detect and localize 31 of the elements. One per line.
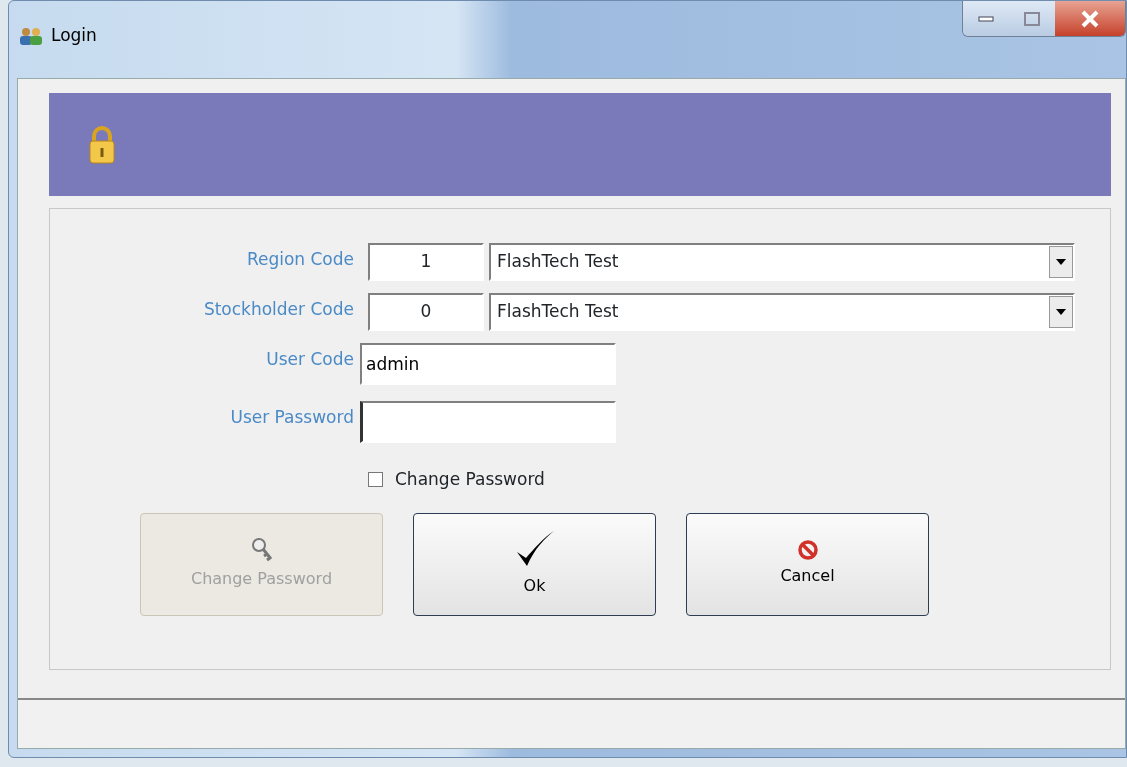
field-label: Stockholder Code <box>202 298 355 321</box>
close-button[interactable] <box>1055 1 1125 36</box>
dropdown-field[interactable]: FlashTech Test <box>489 243 1075 281</box>
caret-icon <box>1056 309 1066 315</box>
cancel-button[interactable]: Cancel <box>686 512 929 616</box>
dropdown-button[interactable] <box>1049 246 1073 278</box>
dropdown-value: FlashTech Test <box>497 300 620 324</box>
code-field[interactable]: 0 <box>368 293 484 331</box>
minimize-icon <box>978 15 994 22</box>
caret-icon <box>1056 259 1066 265</box>
stop-icon <box>797 540 818 560</box>
checkbox-label: Change Password <box>395 468 545 491</box>
close-icon <box>1080 9 1100 28</box>
maximize-icon <box>1024 11 1040 26</box>
maximize-button[interactable] <box>1009 1 1055 36</box>
padlock-icon <box>89 125 115 164</box>
checkbox[interactable] <box>368 472 383 488</box>
dropdown-field[interactable]: FlashTech Test <box>489 293 1075 331</box>
code-field[interactable]: 1 <box>368 243 484 281</box>
field-label: User Password <box>229 406 355 429</box>
field-label: Region Code <box>245 248 355 271</box>
key-icon <box>250 537 273 563</box>
dropdown-button[interactable] <box>1049 296 1073 328</box>
users-icon <box>19 26 43 45</box>
field-label: User Code <box>265 348 355 371</box>
ok-button[interactable]: Ok <box>413 512 656 616</box>
text-field[interactable]: admin <box>360 343 616 385</box>
minimize-button[interactable] <box>963 1 1009 36</box>
dropdown-value: FlashTech Test <box>497 250 620 274</box>
password-field[interactable] <box>360 401 616 443</box>
window-title: Login <box>51 23 97 47</box>
